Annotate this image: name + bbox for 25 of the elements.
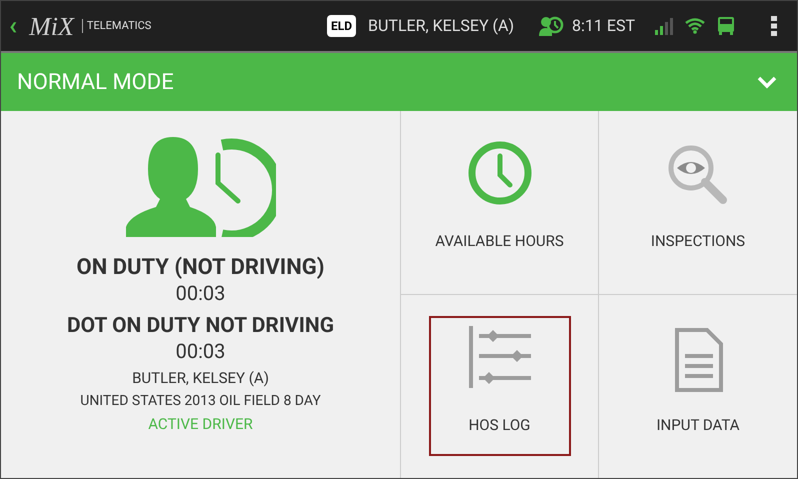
back-button[interactable]: ‹ bbox=[9, 13, 18, 39]
signal-icon bbox=[655, 17, 673, 35]
menu-tile[interactable]: HOS LOG bbox=[428, 316, 570, 456]
brand-name: TELEMATICS bbox=[82, 19, 152, 33]
mode-title: NORMAL MODE bbox=[17, 68, 174, 96]
person-clock-icon bbox=[538, 15, 564, 37]
logo: MiX bbox=[29, 10, 74, 42]
driver-name: BUTLER, KELSEY (A) bbox=[132, 368, 269, 389]
ruleset: UNITED STATES 2013 OIL FIELD 8 DAY bbox=[80, 392, 321, 411]
duty-time: 00:03 bbox=[176, 281, 226, 305]
document-icon bbox=[673, 328, 723, 392]
person-clock-icon bbox=[126, 135, 276, 237]
driver-role: ACTIVE DRIVER bbox=[148, 414, 253, 435]
truck-icon bbox=[717, 16, 735, 36]
menu-tile[interactable]: INSPECTIONS bbox=[627, 132, 769, 272]
eld-badge: ELD bbox=[327, 15, 356, 37]
dot-time: 00:03 bbox=[176, 339, 226, 363]
menu-tile[interactable]: AVAILABLE HOURS bbox=[428, 132, 570, 272]
more-menu-icon[interactable] bbox=[771, 16, 777, 36]
wifi-icon bbox=[685, 18, 705, 34]
dot-status: DOT ON DUTY NOT DRIVING bbox=[66, 313, 334, 339]
driver-name: BUTLER, KELSEY (A) bbox=[368, 15, 514, 37]
duty-status: ON DUTY (NOT DRIVING) bbox=[76, 255, 324, 281]
menu-tile[interactable]: INPUT DATA bbox=[627, 316, 769, 456]
clock-time: 8:11 EST bbox=[572, 15, 635, 37]
